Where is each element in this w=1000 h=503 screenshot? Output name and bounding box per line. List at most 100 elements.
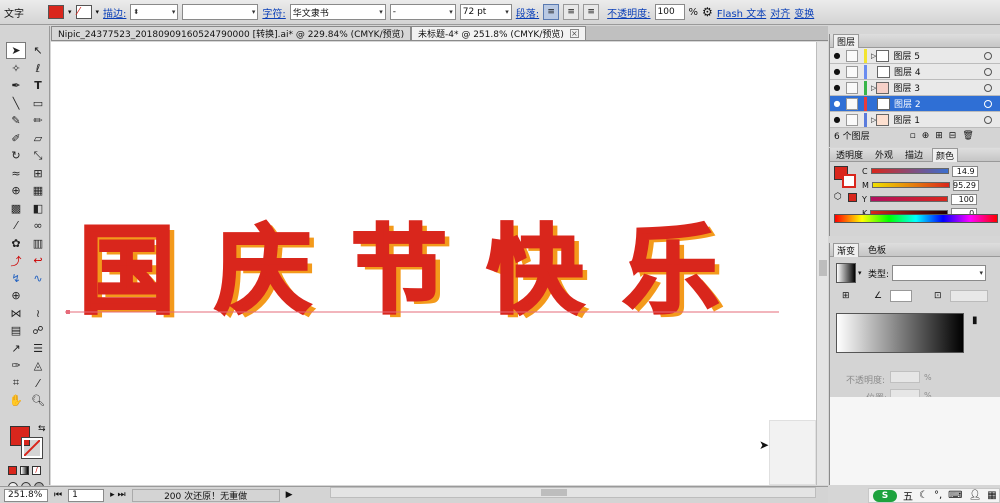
page-field[interactable]: 1 bbox=[68, 488, 105, 502]
stroke-swatch[interactable] bbox=[842, 174, 856, 188]
zoom-tool-icon[interactable]: 🔍︎ bbox=[28, 392, 48, 409]
tab-swatches[interactable]: 色板 bbox=[865, 243, 889, 256]
layer-row-selected[interactable]: ● 图层 2 bbox=[830, 96, 1000, 112]
tab-appearance[interactable]: 外观 bbox=[872, 148, 896, 161]
next-page-icon[interactable]: ▸ ⏭ bbox=[110, 490, 125, 500]
free-transform-icon[interactable]: ⊞ bbox=[28, 165, 48, 182]
eye-icon[interactable]: ● bbox=[830, 67, 844, 76]
tab-transparency[interactable]: 透明度 bbox=[833, 148, 866, 161]
eye-icon[interactable]: ● bbox=[830, 115, 844, 124]
slice-tool-icon[interactable]: ↩ bbox=[28, 252, 48, 269]
graph-icon[interactable]: ▤ bbox=[6, 322, 26, 339]
crop-icon[interactable]: ⌗ bbox=[6, 375, 26, 392]
paragraph-label[interactable]: 段落: bbox=[516, 5, 539, 20]
user-icon[interactable]: 👤︎ bbox=[969, 490, 982, 501]
layer-row[interactable]: ● ▷ 图层 5 bbox=[830, 48, 1000, 64]
layer-row[interactable]: ● ▷ 图层 3 bbox=[830, 80, 1000, 96]
color-spectrum-bar[interactable] bbox=[834, 214, 998, 223]
artboard-tool-icon[interactable]: ⤴ bbox=[6, 252, 26, 269]
scale-tool-icon[interactable]: ⤡ bbox=[28, 147, 48, 164]
opacity-label[interactable]: 不透明度: bbox=[607, 5, 650, 20]
yellow-slider[interactable]: Y 100 bbox=[862, 192, 979, 206]
shape-builder-icon[interactable]: ⊕ bbox=[6, 182, 26, 199]
opacity-field[interactable]: 100 bbox=[654, 4, 685, 20]
horizontal-scrollbar[interactable] bbox=[330, 487, 816, 498]
line-tool-icon[interactable]: ╲ bbox=[6, 95, 26, 112]
gradient-tool-icon[interactable]: ◧ bbox=[28, 200, 48, 217]
baseline-anchor[interactable] bbox=[66, 310, 70, 314]
grid-icon[interactable]: ▦ bbox=[987, 490, 996, 501]
mesh-tool-icon[interactable]: ▩ bbox=[6, 200, 26, 217]
align-link[interactable]: 对齐 bbox=[770, 5, 790, 20]
eye-icon[interactable]: ● bbox=[830, 83, 844, 92]
swap-colors-icon[interactable]: ⇆ bbox=[38, 424, 46, 434]
column-graph-icon[interactable]: ▥ bbox=[28, 235, 48, 252]
target-icon[interactable] bbox=[984, 51, 992, 60]
scroll-thumb[interactable] bbox=[541, 489, 567, 496]
selection-tool-icon[interactable]: ➤ bbox=[6, 42, 26, 59]
gradient-ramp[interactable] bbox=[836, 313, 964, 353]
lasso-icon[interactable]: ℓ bbox=[28, 60, 48, 77]
trash-icon[interactable]: ▮ bbox=[972, 315, 978, 326]
stroke-color-box[interactable] bbox=[21, 437, 43, 459]
none-mode-icon[interactable]: / bbox=[32, 466, 41, 475]
title-text[interactable]: 国庆节快乐 bbox=[78, 214, 759, 329]
stroke-color-swatch[interactable]: ⁄ bbox=[75, 5, 92, 19]
eye-icon[interactable]: ● bbox=[830, 51, 844, 60]
punctuation-icon[interactable]: °, bbox=[934, 490, 942, 501]
eyedropper-2-icon[interactable]: ✑ bbox=[6, 357, 26, 374]
blob-brush-icon[interactable]: ✐ bbox=[6, 130, 26, 147]
tab-gradient[interactable]: 渐变 bbox=[833, 242, 860, 257]
pencil-icon[interactable]: ✏ bbox=[28, 112, 48, 129]
chart-icon[interactable]: ↗ bbox=[6, 340, 26, 357]
tab-stroke[interactable]: 描边 bbox=[902, 148, 926, 161]
moon-icon[interactable]: ☾ bbox=[919, 490, 928, 501]
layer-actions[interactable]: ▫⊕⊞⊟🗑︎ bbox=[910, 131, 980, 141]
magic-wand-icon[interactable]: ✧ bbox=[6, 60, 26, 77]
last-color-swatch[interactable] bbox=[848, 193, 857, 202]
vertical-scrollbar[interactable] bbox=[816, 42, 828, 485]
style-field[interactable]: ▾ bbox=[182, 4, 259, 20]
scroll-thumb[interactable] bbox=[819, 260, 827, 276]
align-left-button[interactable]: ≡ bbox=[543, 4, 560, 20]
transform-link[interactable]: 变换 bbox=[794, 5, 814, 20]
blend-tool-icon[interactable]: ∞ bbox=[28, 217, 48, 234]
status-menu-icon[interactable]: ▶ bbox=[286, 490, 293, 500]
tab-layers[interactable]: 图层 bbox=[833, 33, 860, 48]
font-size-field[interactable]: 72 pt ▾ bbox=[459, 4, 512, 20]
angle-field[interactable] bbox=[890, 290, 912, 302]
tab-color[interactable]: 颜色 bbox=[932, 147, 959, 162]
zoom-field[interactable]: 251.8% bbox=[4, 488, 48, 502]
paintbrush-icon[interactable]: ✎ bbox=[6, 112, 26, 129]
target-icon[interactable] bbox=[984, 83, 992, 92]
layer-row[interactable]: ● 图层 4 bbox=[830, 64, 1000, 80]
status-message[interactable]: 200 次还原！无重做 bbox=[131, 488, 280, 502]
chevron-down-icon[interactable]: ▾ bbox=[858, 269, 862, 277]
target-icon[interactable] bbox=[984, 115, 992, 124]
chevron-down-icon[interactable]: ▾ bbox=[68, 8, 72, 16]
flash-text-link[interactable]: Flash 文本 bbox=[717, 5, 766, 20]
warp-tool-icon[interactable]: ≈ bbox=[6, 165, 26, 182]
hand-tool-icon[interactable]: ✋ bbox=[6, 392, 26, 409]
gradient-type-select[interactable]: ▾ bbox=[892, 265, 986, 281]
path-tool-icon[interactable]: ↯ bbox=[6, 270, 26, 287]
ime-logo[interactable]: S bbox=[873, 489, 897, 502]
keyboard-icon[interactable]: ⌨ bbox=[948, 490, 962, 501]
align-center-button[interactable]: ≡ bbox=[563, 4, 580, 20]
align-right-button[interactable]: ≡ bbox=[583, 4, 600, 20]
character-label[interactable]: 字符: bbox=[262, 5, 285, 20]
gradient-preview[interactable] bbox=[836, 263, 856, 283]
rotate-tool-icon[interactable]: ↻ bbox=[6, 147, 26, 164]
stroke-weight-field[interactable]: ⬍ ▾ bbox=[130, 4, 179, 20]
envelope-icon[interactable]: ⋈ bbox=[6, 305, 26, 322]
magenta-slider[interactable]: M 95.29 bbox=[862, 178, 979, 192]
list-icon[interactable]: ☰ bbox=[28, 340, 48, 357]
tab-untitled-4[interactable]: 未标题-4* @ 251.8% (CMYK/预览) × bbox=[411, 26, 586, 40]
twirl-icon[interactable]: ☍ bbox=[28, 322, 48, 339]
eye-icon[interactable]: ● bbox=[830, 99, 844, 108]
color-mode-icon[interactable] bbox=[8, 466, 17, 475]
cyan-slider[interactable]: C 14.9 bbox=[862, 164, 979, 178]
eraser-icon[interactable]: ▱ bbox=[28, 130, 48, 147]
stroke-gradient-icon[interactable]: ⊞ bbox=[842, 291, 850, 301]
crosshair-icon[interactable]: ⊕ bbox=[6, 287, 26, 304]
